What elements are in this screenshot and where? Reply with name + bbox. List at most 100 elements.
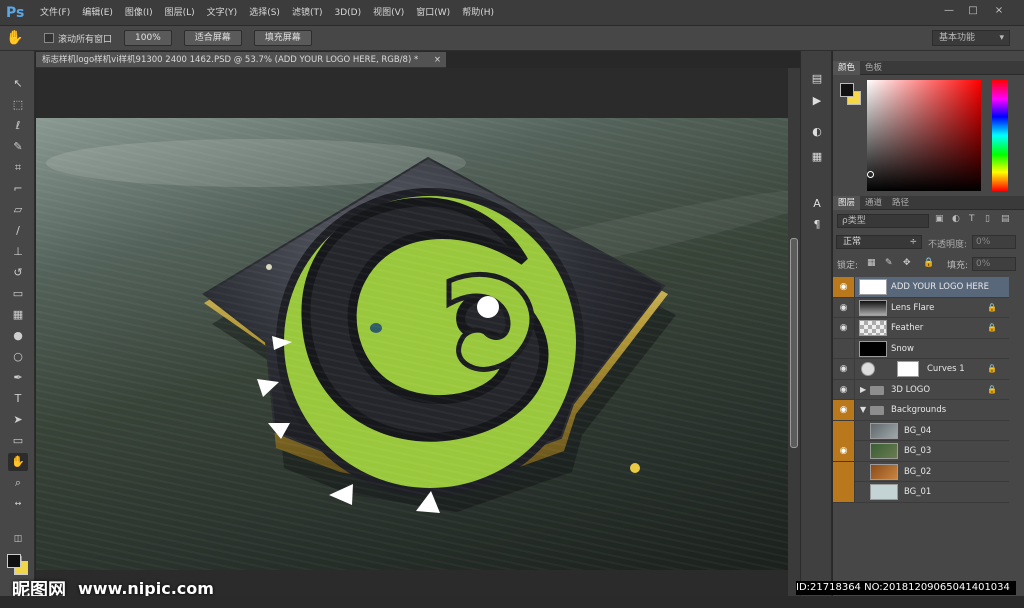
layer-kind-filter[interactable]: ρ类型 [837,214,929,228]
scroll-all-checkbox[interactable] [44,33,54,43]
eye-icon[interactable]: ◉ [833,297,855,318]
history-brush-icon[interactable]: ↺ [8,264,28,282]
hue-slider[interactable] [992,80,1008,191]
scroll-thumb[interactable] [790,238,798,448]
layer-backgrounds[interactable]: ◉ ▼ Backgrounds [833,400,1009,421]
tab-layers[interactable]: 图层 [833,196,861,210]
styles-panel-icon[interactable]: ▦ [808,149,826,165]
quick-mask-icon[interactable]: ◫ [8,530,28,548]
hidden-eye-icon[interactable] [833,461,855,482]
tab-swatches[interactable]: 色板 [860,61,887,75]
pixel-filter-icon[interactable]: ▣ [935,214,944,224]
move-icon[interactable]: ↖ [8,75,28,93]
gradient-icon[interactable]: ▦ [8,306,28,324]
hand-icon[interactable]: ✋ [0,30,30,46]
lasso-icon[interactable]: ℓ [8,117,28,135]
close-button[interactable]: × [990,4,1008,18]
eyedropper-icon[interactable]: ⌐ [8,180,28,198]
menu-view[interactable]: 视图(V) [367,0,410,26]
fill-screen-button[interactable]: 填充屏幕 [253,30,312,46]
close-document-icon[interactable]: × [434,52,441,67]
menu-filter[interactable]: 滤镜(T) [286,0,329,26]
hidden-eye-icon[interactable] [833,482,855,502]
crop-icon[interactable]: ⌗ [8,159,28,177]
lock-image-icon[interactable]: ✎ [885,258,893,268]
menu-layer[interactable]: 图层(L) [159,0,201,26]
document-canvas[interactable] [36,118,788,570]
zoom-100-button[interactable]: 100% [124,30,172,46]
character-panel-icon[interactable]: A [808,196,826,212]
smart-filter-icon[interactable]: ▤ [1001,214,1010,224]
tab-paths[interactable]: 路径 [887,196,914,210]
zoom-icon[interactable]: ⌕ [8,474,28,492]
eye-icon[interactable]: ◉ [833,400,855,420]
marquee-icon[interactable]: ⬚ [8,96,28,114]
fit-screen-button[interactable]: 适合屏幕 [183,30,242,46]
foreground-color-chip[interactable] [840,83,854,97]
type-filter-icon[interactable]: T [969,214,975,224]
foreground-color-swatch[interactable] [7,554,21,568]
workspace-select[interactable]: 基本功能 [932,30,1010,46]
hand-icon[interactable]: ✋ [8,453,28,471]
layer-curves-1[interactable]: ◉ Curves 1 🔒 [833,359,1009,380]
menu-select[interactable]: 选择(S) [243,0,286,26]
layer-3d-logo[interactable]: ◉ ▶ 3D LOGO 🔒 [833,379,1009,400]
menu-file[interactable]: 文件(F) [34,0,76,26]
adjustment-filter-icon[interactable]: ◐ [952,214,960,224]
eye-icon[interactable]: ◉ [833,379,855,400]
layer-bg-04[interactable]: BG_04 [833,420,1009,441]
menu-window[interactable]: 窗口(W) [410,0,456,26]
swap-colors-icon[interactable]: ↔ [8,495,28,513]
fill-input[interactable]: 0% [972,257,1016,271]
shape-icon[interactable]: ▭ [8,432,28,450]
quick-select-icon[interactable]: ✎ [8,138,28,156]
layer-bg-02[interactable]: BG_02 [833,461,1009,482]
pen-icon[interactable]: ✒ [8,369,28,387]
layer-snow[interactable]: Snow [833,338,1009,359]
layer-bg-03[interactable]: ◉ BG_03 [833,441,1009,462]
menu-edit[interactable]: 编辑(E) [76,0,119,26]
paragraph-panel-icon[interactable]: ¶ [808,217,826,233]
brush-icon[interactable]: / [8,222,28,240]
minimize-button[interactable]: — [940,4,958,18]
hidden-eye-icon[interactable] [833,338,855,359]
layer-lens-flare[interactable]: ◉ Lens Flare 🔒 [833,297,1009,318]
type-icon[interactable]: T [8,390,28,408]
color-picker[interactable] [867,80,981,191]
layer-feather[interactable]: ◉ Feather 🔒 [833,318,1009,339]
lock-position-icon[interactable]: ✥ [903,258,911,268]
canvas-area[interactable] [36,68,800,608]
opacity-input[interactable]: 0% [972,235,1016,249]
vertical-scrollbar[interactable] [788,68,800,608]
document-tab[interactable]: 标志样机logo样机vi样机91300 2400 1462.PSD @ 53.7… [36,52,446,68]
menu-help[interactable]: 帮助(H) [456,0,500,26]
eye-icon[interactable]: ◉ [833,359,855,379]
menu-3d[interactable]: 3D(D) [328,0,367,26]
tab-channels[interactable]: 通道 [860,196,887,210]
eye-icon[interactable]: ◉ [833,318,855,338]
adjustments-panel-icon[interactable]: ◐ [808,124,826,140]
eye-icon[interactable]: ◉ [833,277,855,297]
healing-brush-icon[interactable]: ▱ [8,201,28,219]
eye-icon[interactable]: ◉ [833,441,855,461]
stamp-icon[interactable]: ⊥ [8,243,28,261]
path-select-icon[interactable]: ➤ [8,411,28,429]
hidden-eye-icon[interactable] [833,420,855,441]
dodge-icon[interactable]: ○ [8,348,28,366]
actions-panel-icon[interactable]: ▶ [808,93,826,109]
maximize-button[interactable]: □ [964,4,982,18]
layer-add-your-logo-here[interactable]: ◉ ADD YOUR LOGO HERE [833,277,1009,298]
shape-filter-icon[interactable]: ▯ [985,214,990,224]
expand-arrow-icon[interactable]: ▶ [860,380,866,400]
picker-handle[interactable] [867,171,874,178]
menu-type[interactable]: 文字(Y) [201,0,244,26]
eraser-icon[interactable]: ▭ [8,285,28,303]
tab-color[interactable]: 颜色 [833,61,861,75]
collapse-arrow-icon[interactable]: ▼ [860,400,866,420]
blend-mode-select[interactable]: 正常 [836,235,922,249]
history-panel-icon[interactable]: ▤ [808,71,826,87]
lock-all-icon[interactable]: 🔒 [923,258,934,268]
menu-image[interactable]: 图像(I) [119,0,159,26]
blur-icon[interactable]: ● [8,327,28,345]
layer-bg-01[interactable]: BG_01 [833,482,1009,503]
